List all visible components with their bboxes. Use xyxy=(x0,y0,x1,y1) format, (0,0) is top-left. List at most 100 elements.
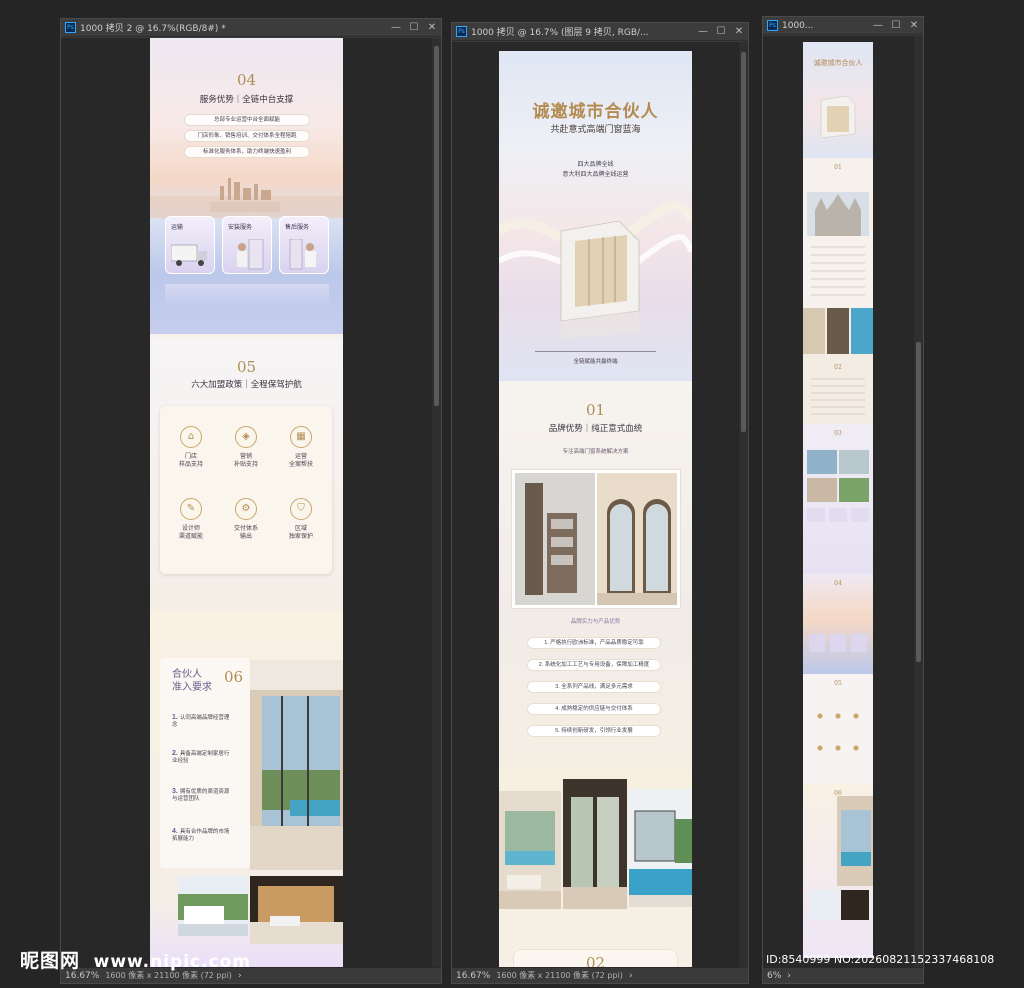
silk-ribbon-building-image xyxy=(499,201,692,339)
photoshop-icon: Ps xyxy=(65,22,76,33)
canvas-area[interactable]: 诚邀城市合伙人 共赴意式高端门窗蓝海 四大品牌全线 意大利四大品牌全线运营 全链… xyxy=(452,42,748,967)
requirement-item: 4. 具有合作品牌的市场拓展能力 xyxy=(172,828,230,842)
zoom-level[interactable]: 6% xyxy=(767,971,781,981)
brand-point: 4. 成熟稳定的供应链与交付体系 xyxy=(527,703,661,715)
status-bar: 6% › xyxy=(763,967,923,983)
scrollbar-thumb[interactable] xyxy=(741,52,746,432)
scrollbar-thumb[interactable] xyxy=(434,46,439,406)
overview-interior-image xyxy=(803,308,873,354)
canvas-area[interactable]: 诚邀城市合伙人 01 02 03 04 05 06 xyxy=(763,36,923,967)
policy-label: 交付体系 输出 xyxy=(233,526,258,540)
overview-number: 03 xyxy=(834,430,842,437)
vertical-scrollbar[interactable] xyxy=(738,42,748,967)
section-06-requirements: 合伙人 准入要求 06 1. 认同高端品牌经营理念 2. 具备高端定制家居行业经验 … xyxy=(150,610,343,967)
document-size: 1600 像素 x 21100 像素 (72 ppi) xyxy=(496,971,623,980)
policy-item: ⌂ 门店 样品支持 xyxy=(166,426,216,486)
operations-icon: ▦ xyxy=(290,426,312,448)
card-label: 安装服务 xyxy=(228,225,253,231)
feature-pill: 标准化服务体系，助力终端快速盈利 xyxy=(184,146,310,158)
document-window-2[interactable]: Ps 1000 拷贝 @ 16.7% (图层 9 拷贝, RGB/... — ☐… xyxy=(451,22,749,984)
overview-section-04: 04 xyxy=(803,574,873,674)
overview-section-06: 06 xyxy=(803,784,873,958)
watermark-brand: 昵图网 xyxy=(20,950,81,972)
policy-item: ⛉ 区域 独家保护 xyxy=(276,498,326,558)
requirement-item: 1. 认同高端品牌经营理念 xyxy=(172,714,230,728)
card-label: 运输 xyxy=(171,225,184,231)
status-arrow-icon[interactable]: › xyxy=(629,971,633,981)
hero-section: 诚邀城市合伙人 共赴意式高端门窗蓝海 四大品牌全线 意大利四大品牌全线运营 全链… xyxy=(499,51,692,381)
shield-icon: ⛉ xyxy=(290,498,312,520)
overview-photo-grid xyxy=(807,450,869,522)
minimize-icon[interactable]: — xyxy=(694,26,712,37)
maximize-icon[interactable]: ☐ xyxy=(712,26,730,37)
minimize-icon[interactable]: — xyxy=(387,22,405,33)
truck-image xyxy=(171,244,207,266)
overview-section-01: 01 xyxy=(803,158,873,308)
policy-label: 区域 独家保护 xyxy=(288,526,313,540)
window-titlebar[interactable]: Ps 1000... — ☐ ✕ xyxy=(763,17,923,35)
policy-label: 营销 补贴支持 xyxy=(233,454,258,468)
hero-title: 诚邀城市合伙人 xyxy=(532,102,659,122)
document-window-1[interactable]: Ps 1000 拷贝 2 @ 16.7%(RGB/8#) * — ☐ ✕ 04 … xyxy=(60,18,442,984)
feature-pill: 门店形象、销售培训、交付体系全程陪跑 xyxy=(184,130,310,142)
policy-item: ◈ 营销 补贴支持 xyxy=(221,426,271,486)
window-titlebar[interactable]: Ps 1000 拷贝 @ 16.7% (图层 9 拷贝, RGB/... — ☐… xyxy=(452,23,748,41)
terrace-photo xyxy=(178,876,248,936)
section-heading: 服务优势｜全链中台支撑 xyxy=(199,94,294,104)
section-number: 05 xyxy=(236,358,257,376)
title-line: 准入要求 xyxy=(172,682,212,693)
overview-section-02: 02 xyxy=(803,308,873,424)
designer-icon: ✎ xyxy=(180,498,202,520)
policy-label: 运营 全案帮扶 xyxy=(288,454,313,468)
service-card-aftersales: 售后服务 xyxy=(279,216,329,274)
status-arrow-icon[interactable]: › xyxy=(787,971,791,981)
title-line: 合伙人 xyxy=(172,669,202,680)
policy-grid-panel: ⌂ 门店 样品支持 ◈ 营销 补贴支持 ▦ 运营 全案帮扶 ✎ 设计师 渠道赋能 xyxy=(160,406,332,574)
overview-hero: 诚邀城市合伙人 xyxy=(803,42,873,158)
overview-text-lines xyxy=(811,378,865,418)
pool-room-photo xyxy=(499,791,561,909)
section-number: 02 xyxy=(585,954,606,967)
scrollbar-thumb[interactable] xyxy=(916,342,921,662)
vertical-scrollbar[interactable] xyxy=(913,36,923,967)
service-card-install: 安装服务 xyxy=(222,216,272,274)
maximize-icon[interactable]: ☐ xyxy=(405,22,423,33)
marketing-icon: ◈ xyxy=(235,426,257,448)
overview-cathedral-image xyxy=(807,192,869,236)
policy-item: ⚙ 交付体系 输出 xyxy=(221,498,271,558)
hero-divider xyxy=(535,351,656,352)
card-label: 售后服务 xyxy=(285,225,310,231)
minimize-icon[interactable]: — xyxy=(869,20,887,31)
installer-image xyxy=(237,239,264,270)
brand-point: 5. 持续创新研发，引领行业发展 xyxy=(527,725,661,737)
close-icon[interactable]: ✕ xyxy=(905,20,923,31)
overview-section-03: 03 xyxy=(803,424,873,574)
aluminum-profile-photo xyxy=(515,473,595,605)
policy-label: 门店 样品支持 xyxy=(178,454,203,468)
vertical-scrollbar[interactable] xyxy=(431,38,441,967)
document-window-3[interactable]: Ps 1000... — ☐ ✕ 诚邀城市合伙人 01 02 03 04 05 … xyxy=(762,16,924,984)
overview-number: 01 xyxy=(834,164,842,171)
policy-item: ✎ 设计师 渠道赋能 xyxy=(166,498,216,558)
close-icon[interactable]: ✕ xyxy=(730,26,748,37)
zoom-level[interactable]: 16.67% xyxy=(456,971,490,981)
window-title: 1000... xyxy=(782,20,814,31)
design-document: 04 服务优势｜全链中台支撑 总部专业运营中台全面赋能 门店形象、销售培训、交付… xyxy=(150,38,343,967)
section-heading: 六大加盟政策｜全程保驾护航 xyxy=(191,379,302,389)
overview-number: 02 xyxy=(834,364,842,371)
maximize-icon[interactable]: ☐ xyxy=(887,20,905,31)
delivery-icon: ⚙ xyxy=(235,498,257,520)
window-titlebar[interactable]: Ps 1000 拷贝 2 @ 16.7%(RGB/8#) * — ☐ ✕ xyxy=(61,19,441,37)
watermark-url: www.nipic.com xyxy=(93,952,252,972)
card-reflection xyxy=(165,284,329,306)
feature-pill: 总部专业运营中台全面赋能 xyxy=(184,114,310,126)
overview-text-lines xyxy=(811,246,865,296)
overview-icon-grid xyxy=(811,700,865,764)
canvas-area[interactable]: 04 服务优势｜全链中台支撑 总部专业运营中台全面赋能 门店形象、销售培训、交付… xyxy=(61,38,441,967)
living-room-photo xyxy=(250,876,343,944)
city-skyline-image xyxy=(150,178,343,218)
photoshop-icon: Ps xyxy=(767,20,778,31)
close-icon[interactable]: ✕ xyxy=(423,22,441,33)
nipic-watermark: 昵图网 www.nipic.com xyxy=(20,946,251,973)
photoshop-icon: Ps xyxy=(456,26,467,37)
